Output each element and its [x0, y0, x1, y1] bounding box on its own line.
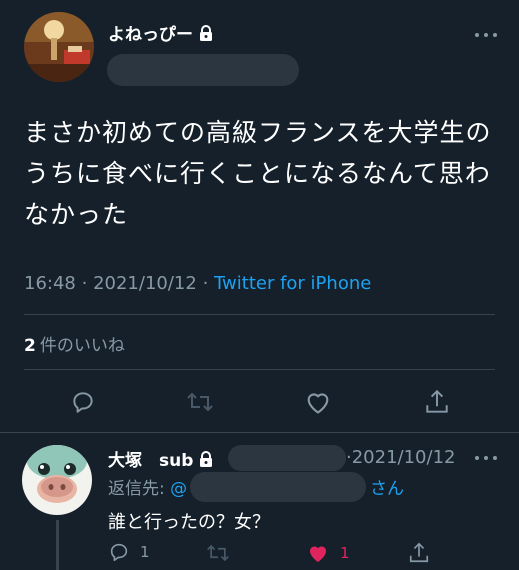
- likes-label: 件のいいね: [39, 336, 125, 356]
- reply-icon: [110, 543, 128, 562]
- reply-handle-redacted: [228, 445, 346, 471]
- share-button[interactable]: [424, 388, 450, 416]
- divider: [24, 314, 495, 315]
- reply-date[interactable]: ·2021/10/12: [346, 447, 455, 468]
- reply-button[interactable]: [70, 389, 96, 415]
- tweet-source-link[interactable]: Twitter for iPhone: [214, 273, 371, 294]
- reply-like-button[interactable]: 1: [306, 542, 350, 564]
- tweet-detail-screen: よねっぴー まさか初めての高級フランスを大学生のうちに食べに行くことになるなんて…: [0, 0, 519, 570]
- replying-to-line: 返信先: @: [108, 474, 187, 499]
- likes-summary-link[interactable]: 2 件のいいね: [24, 331, 125, 356]
- like-button[interactable]: [304, 389, 332, 415]
- replying-to-label: 返信先:: [108, 479, 165, 499]
- author-name-text: よねっぴー: [108, 25, 193, 45]
- meta-separator-2: ·: [202, 273, 209, 294]
- reply-more-options-icon[interactable]: [475, 453, 497, 463]
- reply-reply-button[interactable]: 1: [108, 541, 150, 563]
- heart-outline-icon: [307, 393, 329, 414]
- likes-count: 2: [24, 336, 36, 356]
- reply-author-display-name[interactable]: 大塚 sub: [108, 446, 213, 471]
- reply-date-text: 2021/10/12: [351, 447, 456, 468]
- retweet-icon: [187, 392, 213, 412]
- meta-separator: ·: [81, 273, 88, 294]
- reply-share-button[interactable]: [408, 541, 430, 565]
- retweet-icon: [207, 544, 229, 562]
- share-icon: [409, 542, 429, 563]
- tweet-meta: 16:48 · 2021/10/12 · Twitter for iPhone: [24, 273, 371, 294]
- divider: [24, 369, 495, 370]
- lock-icon: [200, 24, 212, 41]
- mention-at[interactable]: @: [170, 479, 187, 499]
- reply-author-avatar[interactable]: [22, 445, 92, 515]
- reply-author-name-text: 大塚 sub: [108, 451, 194, 471]
- author-display-name[interactable]: よねっぴー: [108, 20, 213, 45]
- lock-icon: [200, 450, 213, 467]
- heart-filled-icon: [310, 546, 326, 562]
- retweet-button: [186, 389, 214, 415]
- author-avatar[interactable]: [24, 12, 94, 82]
- divider: [0, 432, 519, 433]
- tweet-time: 16:48: [24, 273, 76, 294]
- share-icon: [426, 389, 448, 413]
- thread-line: [56, 520, 59, 570]
- tweet-date[interactable]: 2021/10/12: [93, 273, 197, 294]
- reply-like-count: 1: [340, 544, 350, 562]
- reply-retweet-button: [206, 542, 230, 564]
- mention-redacted: [190, 472, 366, 502]
- mention-suffix: さん: [370, 479, 404, 499]
- reply-text: 誰と行ったの？女？: [108, 512, 270, 533]
- more-options-icon[interactable]: [475, 30, 497, 40]
- author-handle-redacted: [107, 54, 299, 86]
- tweet-text: まさか初めての高級フランスを大学生のうちに食べに行くことになるなんて思わなかった: [24, 118, 492, 229]
- reply-count: 1: [140, 543, 150, 561]
- reply-icon: [73, 392, 93, 413]
